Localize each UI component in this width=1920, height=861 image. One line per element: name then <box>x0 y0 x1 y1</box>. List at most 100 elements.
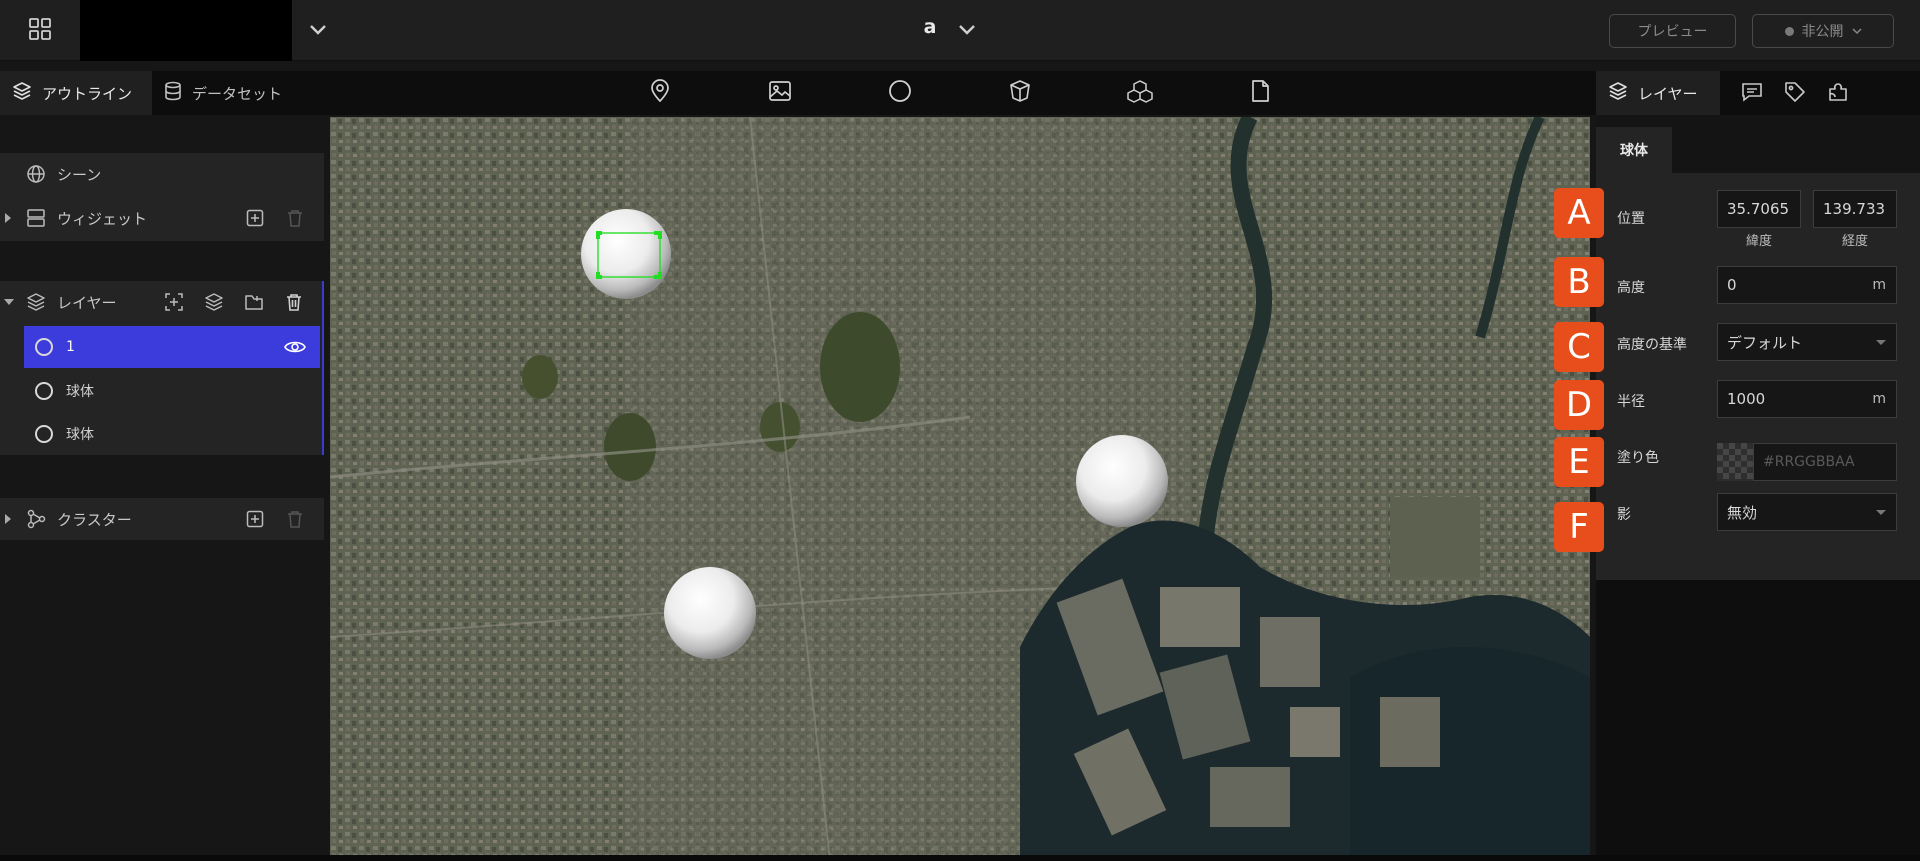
add-marker-button[interactable] <box>642 78 678 108</box>
expand-arrow-icon[interactable] <box>5 514 11 524</box>
layer-item-label: 球体 <box>66 427 94 443</box>
fill-color-input[interactable]: #RRGGBBAA <box>1753 443 1897 481</box>
height-label: 高度 <box>1617 280 1645 296</box>
annotation-badge-d: D <box>1554 380 1604 430</box>
app-grid-button[interactable] <box>0 0 80 61</box>
add-sphere-button[interactable] <box>882 78 918 108</box>
status-dot <box>1784 26 1794 36</box>
add-layer-from-view-button[interactable] <box>161 289 187 315</box>
delete-widget-button[interactable] <box>282 205 308 231</box>
tab-layer[interactable]: レイヤー <box>1596 71 1720 115</box>
tab-sphere-properties[interactable]: 球体 <box>1596 127 1672 173</box>
outline-cluster-row[interactable]: クラスター <box>0 498 324 540</box>
properties-panel: 球体 位置 35.7065 139.733 緯度 経度 高度 0 m 高度の基準… <box>1596 115 1920 861</box>
comment-icon <box>1741 82 1763 106</box>
dropdown-arrow-icon <box>1876 339 1886 345</box>
outline-widget-row[interactable]: ウィジェット <box>0 197 324 239</box>
scene-dropdown-button[interactable] <box>950 14 984 48</box>
layer-item[interactable]: 球体 <box>24 370 320 412</box>
chevron-down-icon <box>309 22 327 40</box>
layer-item-label: 球体 <box>66 384 94 400</box>
dropdown-arrow-icon <box>1876 509 1886 515</box>
map-viewport[interactable] <box>330 117 1590 861</box>
publish-status-label: 非公開 <box>1801 24 1844 40</box>
height-input[interactable]: 0 m <box>1717 266 1897 304</box>
model-icon <box>1127 79 1153 107</box>
layer-item-selected[interactable]: 1 <box>24 326 320 368</box>
grid-icon <box>28 17 52 45</box>
radius-input[interactable]: 1000 m <box>1717 380 1897 418</box>
shadow-value: 無効 <box>1727 503 1758 522</box>
layer-list: 1 球体 球体 <box>24 326 322 455</box>
sphere-icon <box>888 79 912 107</box>
tab-layer-label: レイヤー <box>1638 84 1698 103</box>
box-icon <box>1008 79 1032 107</box>
annotation-badge-e: E <box>1554 437 1604 487</box>
add-layer-group-button[interactable] <box>201 289 227 315</box>
height-reference-select[interactable]: デフォルト <box>1717 323 1897 361</box>
annotation-badge-b: B <box>1554 257 1604 307</box>
outline-panel: シーン ウィジェット レイヤー 1 球体 球体 クラスター <box>0 115 324 861</box>
tab-dataset[interactable]: データセット <box>152 71 322 115</box>
sphere-marker[interactable] <box>1076 435 1168 527</box>
outline-scene-row[interactable]: シーン <box>0 153 324 195</box>
marker-icon <box>649 79 671 107</box>
radius-value: 1000 <box>1727 390 1766 408</box>
outline-layer-label: レイヤー <box>57 293 117 312</box>
tab-dataset-label: データセット <box>192 84 283 103</box>
add-image-button[interactable] <box>762 78 798 108</box>
layers-icon <box>24 290 48 314</box>
outline-layer-row[interactable]: レイヤー <box>0 281 324 323</box>
project-dropdown-button[interactable] <box>300 14 336 48</box>
latitude-label: 緯度 <box>1745 234 1772 249</box>
delete-layer-button[interactable] <box>281 289 307 315</box>
cluster-section: クラスター <box>0 498 324 540</box>
sphere-marker[interactable] <box>664 567 756 659</box>
expand-arrow-icon[interactable] <box>5 213 11 223</box>
position-label: 位置 <box>1617 211 1645 227</box>
longitude-input[interactable]: 139.733 <box>1813 190 1897 228</box>
add-box-button[interactable] <box>1002 78 1038 108</box>
collapse-arrow-icon[interactable] <box>4 299 14 305</box>
add-folder-button[interactable] <box>241 289 267 315</box>
sphere-icon <box>35 425 53 443</box>
layers-icon <box>1608 81 1628 105</box>
chevron-down-icon <box>958 22 976 40</box>
tab-infobox[interactable] <box>1738 81 1766 107</box>
bottom-edge <box>0 855 1920 861</box>
database-icon <box>164 81 182 105</box>
puzzle-icon <box>1827 81 1849 107</box>
color-swatch[interactable] <box>1717 443 1753 481</box>
scene-section: シーン ウィジェット <box>0 153 324 241</box>
shadow-select[interactable]: 無効 <box>1717 493 1897 531</box>
sphere-icon <box>35 338 53 356</box>
properties-header: 球体 <box>1596 115 1920 173</box>
project-selector[interactable] <box>80 0 292 61</box>
left-tab-bar: アウトライン データセット <box>0 71 324 115</box>
tab-plugins[interactable] <box>1824 81 1852 107</box>
preview-button[interactable]: プレビュー <box>1609 14 1736 48</box>
eye-icon[interactable] <box>282 334 308 360</box>
annotation-badge-f: F <box>1554 502 1604 552</box>
add-file-button[interactable] <box>1242 78 1278 108</box>
outline-widget-label: ウィジェット <box>57 209 148 228</box>
add-model-button[interactable] <box>1122 78 1158 108</box>
latitude-input[interactable]: 35.7065 <box>1717 190 1801 228</box>
longitude-label: 経度 <box>1841 234 1868 249</box>
add-cluster-button[interactable] <box>242 506 268 532</box>
map-toolbar <box>324 71 1596 115</box>
satellite-map <box>330 117 1590 861</box>
outline-scene-label: シーン <box>57 165 102 184</box>
add-widget-button[interactable] <box>242 205 268 231</box>
tab-tags[interactable] <box>1781 81 1809 107</box>
layer-item[interactable]: 球体 <box>24 413 320 455</box>
height-reference-label: 高度の基準 <box>1617 337 1687 353</box>
height-value: 0 <box>1727 276 1737 294</box>
publish-status-button[interactable]: 非公開 <box>1752 14 1894 48</box>
radius-label: 半径 <box>1617 394 1645 410</box>
fill-color-label: 塗り色 <box>1617 450 1659 466</box>
tab-outline[interactable]: アウトライン <box>0 71 152 115</box>
sphere-marker[interactable] <box>581 209 671 299</box>
delete-cluster-button[interactable] <box>282 506 308 532</box>
tab-outline-label: アウトライン <box>42 84 133 103</box>
